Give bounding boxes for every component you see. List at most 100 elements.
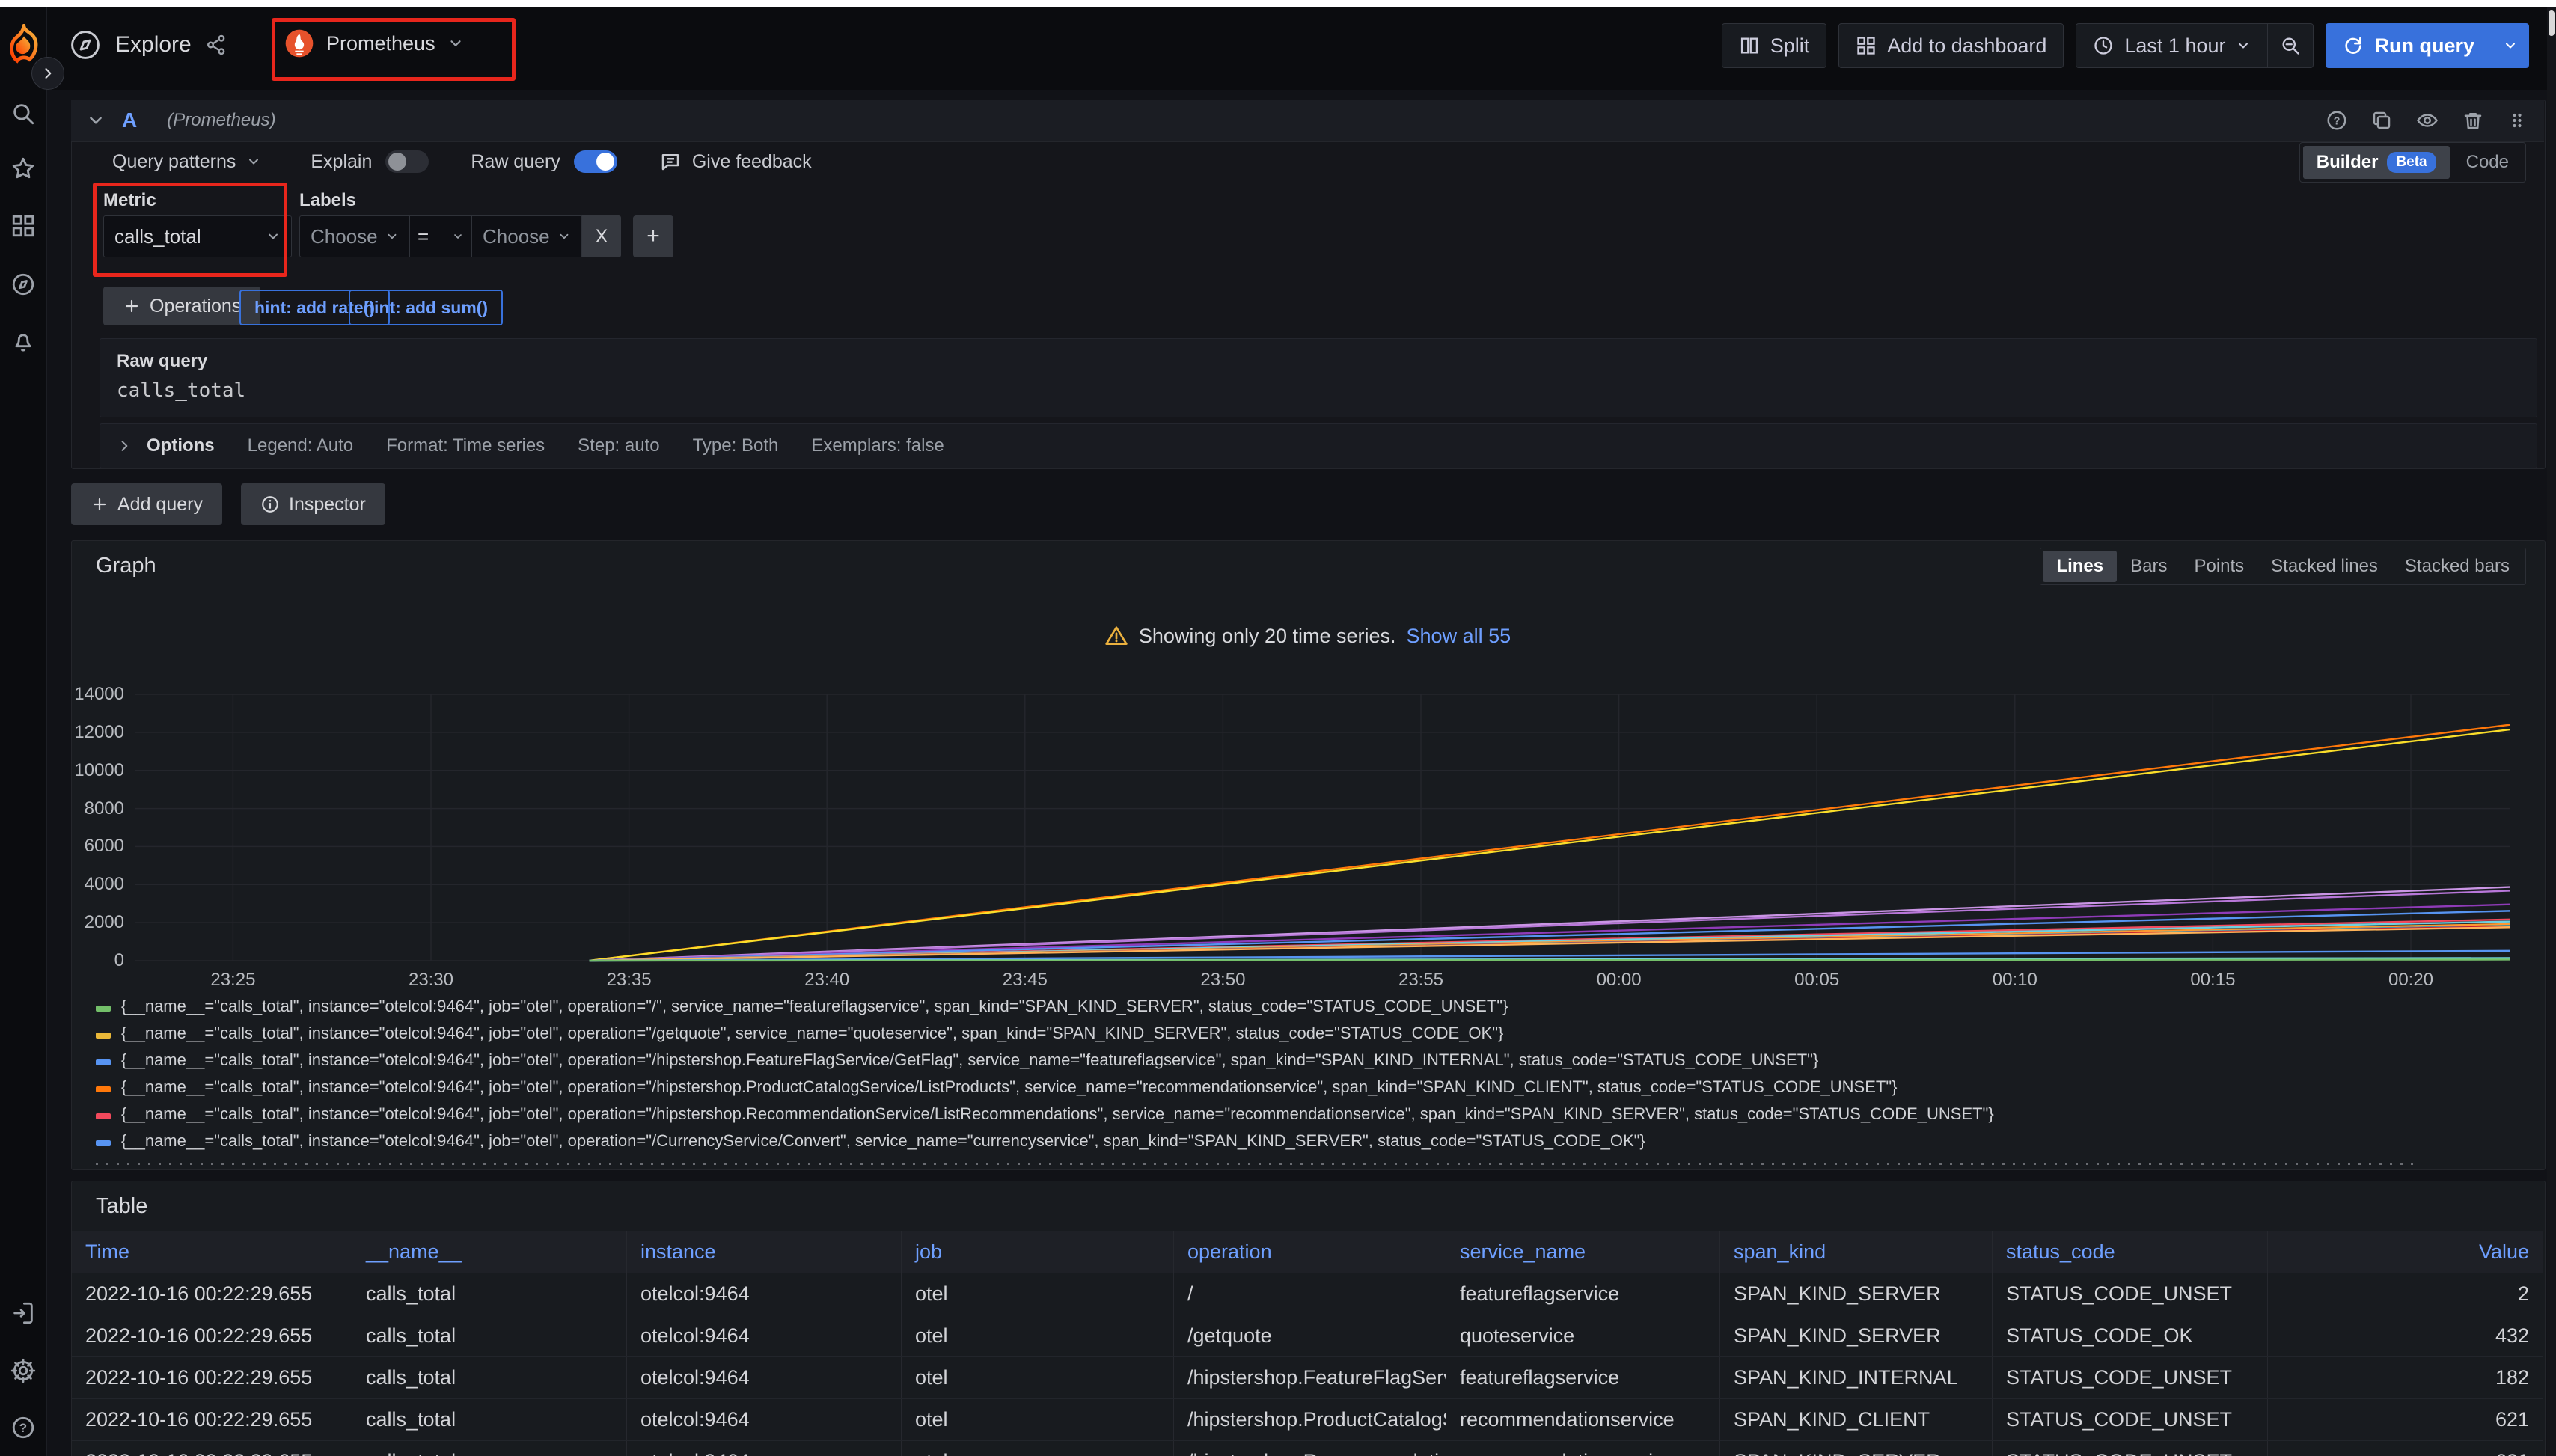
column-header[interactable]: job xyxy=(902,1231,1174,1273)
column-header[interactable]: instance xyxy=(627,1231,902,1273)
inspector-button[interactable]: Inspector xyxy=(241,483,385,525)
x-tick-label: 23:35 xyxy=(577,970,682,991)
query-help-icon[interactable]: ? xyxy=(2326,109,2348,132)
drag-handle-icon[interactable] xyxy=(2507,109,2528,132)
table-cell: calls_total xyxy=(352,1441,627,1456)
zoom-out-button[interactable] xyxy=(2268,23,2314,68)
column-header[interactable]: Time xyxy=(72,1231,352,1273)
legend-item[interactable]: {__name__="calls_total", instance="otelc… xyxy=(96,1077,2528,1104)
give-feedback-link[interactable]: Give feedback xyxy=(692,151,812,173)
plus-icon xyxy=(123,297,141,315)
page-scrollbar-track[interactable] xyxy=(2547,7,2556,1456)
starred-icon[interactable] xyxy=(10,156,36,181)
query-patterns-dropdown[interactable]: Query patterns xyxy=(112,151,236,173)
remove-label-filter-button[interactable]: X xyxy=(582,215,621,257)
time-range-picker[interactable]: Last 1 hour xyxy=(2076,23,2268,68)
add-label-filter-button[interactable]: + xyxy=(633,215,673,257)
graph-mode-stacked-bars[interactable]: Stacked bars xyxy=(2391,551,2523,582)
series-line xyxy=(590,911,2510,961)
table-cell: 621 xyxy=(2268,1399,2543,1440)
label-operator-select[interactable]: = xyxy=(410,215,472,257)
builder-tab[interactable]: Builder Beta xyxy=(2303,146,2450,179)
show-all-series-link[interactable]: Show all 55 xyxy=(1407,625,1511,648)
query-row-header[interactable]: A (Prometheus) ? xyxy=(71,100,2544,142)
explore-compass-icon[interactable] xyxy=(10,272,36,297)
legend-series-marker xyxy=(96,1033,111,1039)
alerting-bell-icon[interactable] xyxy=(10,329,36,355)
hide-response-eye-icon[interactable] xyxy=(2415,109,2439,132)
legend-item[interactable]: {__name__="calls_total", instance="otelc… xyxy=(96,1104,2528,1131)
duplicate-query-icon[interactable] xyxy=(2370,109,2393,132)
page-scrollbar-thumb[interactable] xyxy=(2549,10,2555,36)
clock-icon xyxy=(2093,35,2114,56)
options-row[interactable]: Options Legend: Auto Format: Time series… xyxy=(100,423,2537,468)
x-tick-label: 00:20 xyxy=(2358,970,2463,991)
help-icon[interactable]: ? xyxy=(10,1415,36,1440)
split-button[interactable]: Split xyxy=(1722,23,1827,68)
settings-gear-icon[interactable] xyxy=(10,1358,36,1383)
table-cell: calls_total xyxy=(352,1315,627,1356)
table-cell: otel xyxy=(902,1357,1174,1398)
grafana-explore-screen: ? Explore Prometheus Split Add to dashbo… xyxy=(0,0,2556,1456)
code-tab[interactable]: Code xyxy=(2453,146,2522,179)
remove-query-trash-icon[interactable] xyxy=(2462,109,2484,132)
legend-item[interactable]: {__name__="calls_total", instance="otelc… xyxy=(96,1131,2528,1158)
search-icon[interactable] xyxy=(10,101,36,126)
label-value-select[interactable]: Choose xyxy=(472,215,582,257)
datasource-name: Prometheus xyxy=(326,32,435,55)
label-key-select[interactable]: Choose xyxy=(299,215,410,257)
column-header[interactable]: status_code xyxy=(1993,1231,2268,1273)
split-icon xyxy=(1739,35,1760,56)
column-header[interactable]: service_name xyxy=(1446,1231,1720,1273)
graph-mode-stacked-lines[interactable]: Stacked lines xyxy=(2257,551,2391,582)
table-row: 2022-10-16 00:22:29.655calls_totalotelco… xyxy=(72,1315,2543,1357)
column-header[interactable]: operation xyxy=(1174,1231,1446,1273)
time-series-chart[interactable] xyxy=(135,688,2510,967)
table-cell: otel xyxy=(902,1273,1174,1315)
legend-item[interactable]: {__name__="calls_total", instance="otelc… xyxy=(96,997,2528,1024)
table-cell: /getquote xyxy=(1174,1315,1446,1356)
y-tick-label: 12000 xyxy=(72,721,124,744)
operations-button[interactable]: Operations xyxy=(103,287,260,325)
explore-header: Explore xyxy=(69,28,227,61)
chevron-down-icon xyxy=(266,229,281,244)
legend-item[interactable]: {__name__="calls_total", instance="otelc… xyxy=(96,1024,2528,1050)
option-step: Step: auto xyxy=(578,435,659,456)
sign-in-icon[interactable] xyxy=(10,1300,36,1326)
metric-select[interactable]: calls_total xyxy=(103,215,292,257)
graph-mode-points[interactable]: Points xyxy=(2180,551,2257,582)
beta-badge: Beta xyxy=(2387,152,2436,173)
run-query-button[interactable]: Run query xyxy=(2326,23,2492,68)
option-format: Format: Time series xyxy=(386,435,545,456)
table-cell: 2 xyxy=(2268,1273,2543,1315)
column-header[interactable]: Value xyxy=(2268,1231,2543,1273)
add-to-dashboard-button[interactable]: Add to dashboard xyxy=(1838,23,2064,68)
collapse-chevron-icon[interactable] xyxy=(86,111,106,130)
hint-add-sum-button[interactable]: hint: add sum() xyxy=(349,290,503,325)
dashboards-icon[interactable] xyxy=(10,213,36,239)
table-cell: STATUS_CODE_OK xyxy=(1993,1315,2268,1356)
option-legend: Legend: Auto xyxy=(248,435,353,456)
raw-query-toggle[interactable] xyxy=(574,150,617,173)
graph-panel-title: Graph xyxy=(96,554,156,578)
column-header[interactable]: span_kind xyxy=(1720,1231,1993,1273)
column-header[interactable]: __name__ xyxy=(352,1231,627,1273)
sidebar-expand-button[interactable] xyxy=(31,57,64,90)
graph-legend: {__name__="calls_total", instance="otelc… xyxy=(96,997,2528,1165)
explore-icon xyxy=(69,28,102,61)
graph-mode-bars[interactable]: Bars xyxy=(2117,551,2180,582)
datasource-picker[interactable]: Prometheus xyxy=(284,28,464,58)
explain-toggle[interactable] xyxy=(385,150,429,173)
legend-item[interactable]: {__name__="calls_total", instance="otelc… xyxy=(96,1050,2528,1077)
legend-series-marker xyxy=(96,1059,111,1065)
table-cell: 621 xyxy=(2268,1441,2543,1456)
raw-query-label: Raw query xyxy=(471,151,560,173)
legend-series-marker xyxy=(96,1140,111,1146)
series-limit-warning: Showing only 20 time series. Show all 55 xyxy=(71,624,2544,648)
run-query-dropdown[interactable] xyxy=(2492,23,2529,68)
share-icon[interactable] xyxy=(205,34,227,56)
zoom-out-icon xyxy=(2280,35,2301,56)
graph-mode-lines[interactable]: Lines xyxy=(2043,551,2117,582)
query-toolbar: Query patterns Explain Raw query Give fe… xyxy=(112,147,812,177)
add-query-button[interactable]: Add query xyxy=(71,483,222,525)
